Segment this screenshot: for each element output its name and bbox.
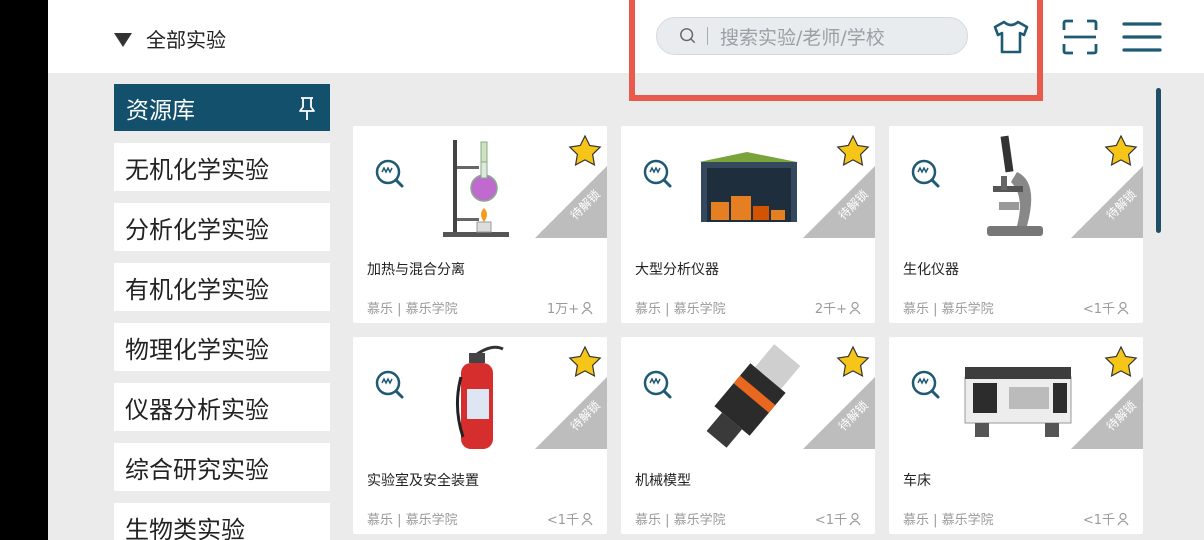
card-count-value: <1千 (1082, 302, 1115, 317)
user-icon (581, 512, 593, 525)
card-image (911, 134, 1143, 238)
menu-icon (1122, 22, 1162, 52)
caret-down-icon (114, 33, 132, 47)
vr-search-icon (911, 370, 940, 399)
user-icon (581, 301, 593, 314)
experiment-card[interactable]: 待解锁 实验室及安全装置 慕乐 | 慕乐学院 <1千 (353, 337, 607, 534)
app-screen: 全部实验 搜索实验/老师/学校 资源库 无机化学实验 分析化学实验 有机化学实验… (48, 0, 1204, 540)
card-author: 慕乐 | 慕乐学院 (635, 513, 726, 528)
microscope-illustration (987, 135, 1043, 236)
star-icon (568, 345, 602, 378)
card-author: 慕乐 | 慕乐学院 (635, 302, 726, 317)
card-title: 生化仪器 (903, 262, 959, 278)
card-count: 1万+ (547, 298, 595, 317)
sidebar-item-instrumental[interactable]: 仪器分析实验 (114, 383, 330, 431)
card-count: <1千 (1083, 298, 1131, 317)
fire-extinguisher-illustration (456, 345, 504, 449)
vr-search-icon (643, 370, 672, 399)
card-title: 加热与混合分离 (367, 262, 465, 278)
card-image (368, 345, 607, 449)
vr-search-icon (375, 159, 404, 188)
search-icon (680, 28, 696, 44)
mechanical-model-illustration (706, 344, 801, 448)
card-count: <1千 (1083, 509, 1131, 528)
scrollbar[interactable] (1156, 88, 1161, 233)
top-bar: 全部实验 搜索实验/老师/学校 (48, 0, 1204, 73)
card-count-value: <1千 (814, 513, 847, 528)
sidebar-item-biology[interactable]: 生物类实验 (114, 503, 330, 540)
search-input[interactable]: 搜索实验/老师/学校 (720, 23, 885, 50)
resource-sidebar: 资源库 无机化学实验 分析化学实验 有机化学实验 物理化学实验 仪器分析实验 综… (114, 84, 330, 540)
menu-button[interactable] (1121, 16, 1163, 58)
star-icon (1104, 134, 1138, 167)
vr-search-icon (911, 159, 940, 188)
card-title: 实验室及安全装置 (367, 473, 479, 489)
sidebar-item-organic[interactable]: 有机化学实验 (114, 263, 330, 311)
card-count-value: <1千 (1082, 513, 1115, 528)
sidebar-item-physical[interactable]: 物理化学实验 (114, 323, 330, 371)
category-filter[interactable]: 全部实验 (114, 24, 226, 53)
card-author: 慕乐 | 慕乐学院 (367, 302, 458, 317)
sidebar-item-comprehensive[interactable]: 综合研究实验 (114, 443, 330, 491)
experiment-card[interactable]: 待解锁 加热与混合分离 慕乐 | 慕乐学院 1万+ (353, 126, 607, 323)
card-image (643, 344, 875, 449)
star-icon (568, 134, 602, 167)
category-filter-label: 全部实验 (146, 28, 226, 52)
user-icon (849, 512, 861, 525)
vr-search-icon (643, 159, 672, 188)
sidebar-header[interactable]: 资源库 (114, 84, 330, 131)
card-count: 2千+ (815, 298, 863, 317)
card-author: 慕乐 | 慕乐学院 (367, 513, 458, 528)
card-count-value: <1千 (546, 513, 579, 528)
warehouse-illustration (699, 152, 797, 222)
sidebar-item-analytical[interactable]: 分析化学实验 (114, 203, 330, 251)
card-count-value: 2千+ (814, 302, 847, 317)
shirt-button[interactable] (990, 16, 1032, 58)
experiment-card[interactable]: 待解锁 车床 慕乐 | 慕乐学院 <1千 (889, 337, 1143, 534)
card-image (643, 134, 875, 238)
card-title: 大型分析仪器 (635, 262, 719, 278)
card-image (911, 345, 1143, 449)
card-title: 机械模型 (635, 473, 691, 489)
distillation-apparatus (443, 140, 509, 237)
experiment-card[interactable]: 待解锁 大型分析仪器 慕乐 | 慕乐学院 2千+ (621, 126, 875, 323)
pin-icon[interactable] (296, 95, 318, 121)
experiment-card[interactable]: 待解锁 生化仪器 慕乐 | 慕乐学院 <1千 (889, 126, 1143, 323)
sidebar-title: 资源库 (126, 97, 195, 124)
sidebar-item-inorganic[interactable]: 无机化学实验 (114, 143, 330, 191)
card-author: 慕乐 | 慕乐学院 (903, 302, 994, 317)
card-image (375, 134, 607, 238)
user-icon (849, 301, 861, 314)
card-author: 慕乐 | 慕乐学院 (903, 513, 994, 528)
scan-button[interactable] (1059, 16, 1101, 58)
star-icon (836, 134, 870, 167)
card-count-value: 1万+ (546, 302, 579, 317)
shirt-icon (993, 20, 1029, 54)
star-icon (1104, 345, 1138, 378)
user-icon (1117, 301, 1129, 314)
user-icon (1117, 512, 1129, 525)
scan-icon (1062, 19, 1098, 55)
star-icon (836, 345, 870, 378)
card-title: 车床 (903, 473, 931, 489)
card-count: <1千 (815, 509, 863, 528)
experiment-card[interactable]: 待解锁 机械模型 慕乐 | 慕乐学院 <1千 (621, 337, 875, 534)
search-separator (707, 27, 708, 45)
lathe-illustration (964, 367, 1072, 437)
card-count: <1千 (547, 509, 595, 528)
search-bar[interactable]: 搜索实验/老师/学校 (656, 17, 968, 55)
